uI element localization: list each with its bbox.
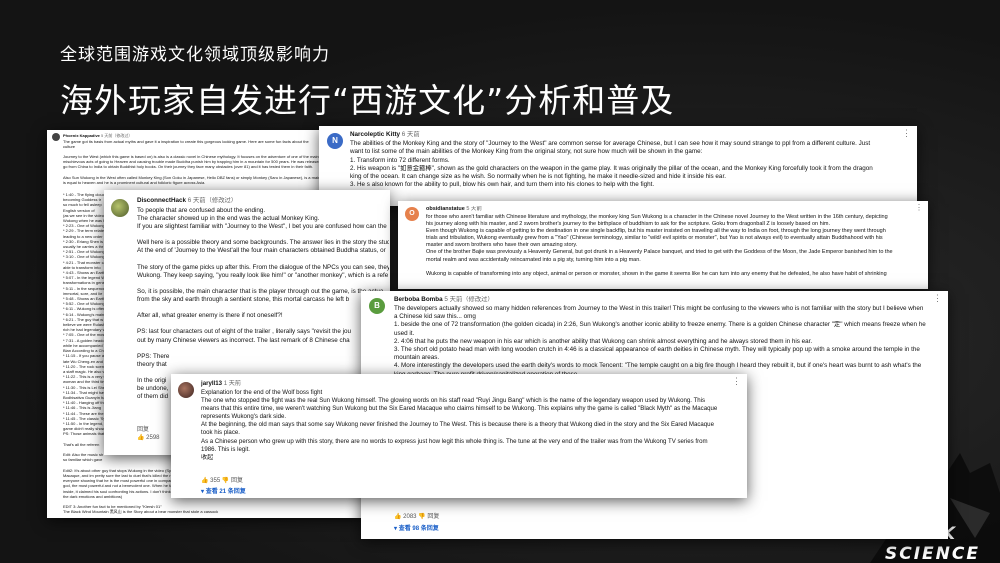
comment-line: 2. 4:06 that he puts the new weapon in h… [394,337,813,345]
comment-time[interactable]: 6 天前 [402,131,420,138]
reply-button[interactable]: 回复 [137,426,149,434]
like-icon[interactable]: 👍 [137,435,144,441]
comment-time[interactable]: 5 天前（修改过） [101,133,132,138]
comment-line: Well here is a possible theory and some … [137,239,389,247]
avatar: N [327,133,343,149]
comment-time[interactable]: 6 天前（修改过） [188,197,237,204]
comment-body: Explanation for the end of the Wolf boss… [201,389,741,462]
comment-actions: 👍 2598 [137,434,160,442]
comment-author[interactable]: Berboba Bomba [394,296,443,303]
comment-time[interactable]: 1 天前 [224,380,241,387]
like-count: 2598 [146,435,160,441]
comment-line: 4. More interestingly the developers use… [394,362,922,370]
comment-line: PS: last four characters out of eight of… [137,328,351,336]
comment-line: theory that [137,360,167,368]
more-options-icon[interactable]: ⋮ [933,293,942,302]
chevron-down-icon: ▾ [201,489,205,495]
avatar: B [369,298,385,314]
comment-line: The Black Wind Mountain 黑风山 is the Story… [63,509,219,515]
comment-line: 3. The short old potato head man with lo… [394,346,920,354]
more-options-icon[interactable]: ⋮ [902,128,911,137]
view-replies-button[interactable]: ▾ 查看 98 条回复 [394,525,439,533]
comment-line: Wukong. They keep saying, "you really lo… [137,271,389,279]
comment-line: from the sky and earth through a sentien… [137,296,350,304]
chevron-down-icon: ▾ [394,526,398,532]
screenshot-jaryll13: jaryll13 1 天前 Explanation for the end of… [171,374,747,498]
screenshot-narcoleptic: N Narcoleptic Kitty 6 天前 The abilities o… [319,126,917,206]
comment-line: a Chinese kid saw this... omg [394,313,476,321]
comment-body: To people that are confused about the en… [137,207,389,401]
comment-line [137,280,389,288]
comment-actions: 👍 355 👎 回复 [201,477,243,485]
reply-button[interactable]: 回复 [427,514,439,520]
comment-author[interactable]: Phoenix Kappadive [63,133,100,138]
collapse-link[interactable]: 收起 [201,454,741,462]
comment-body: Journey to the West (which this game is … [63,154,321,186]
comment-line: At the end of 'Journey to the West'all t… [137,247,386,255]
avatar [111,199,129,217]
comment-author[interactable]: DisconnectHack [137,197,186,204]
comment-line: To people that are confused about the en… [137,207,266,214]
more-options-icon[interactable]: ⋮ [915,203,923,211]
dislike-icon[interactable]: 👎 [222,478,229,484]
reply-button[interactable]: 回复 [231,478,243,484]
view-replies-button[interactable]: ▾ 查看 21 条回复 [201,488,246,496]
comment-actions: 👍 2083 👎 回复 [394,513,439,521]
comment-author[interactable]: jaryll13 [201,380,222,387]
comment-line: The character showed up in the end was t… [137,215,320,223]
screenshot-obsidianstatue: O obsidianstatue 5 天前 for those who aren… [398,201,928,289]
like-icon[interactable]: 👍 [394,514,401,520]
comment-time[interactable]: 5 天前（修改过） [444,296,493,303]
comment-line: mountain areas. [394,354,440,362]
comment-line: 1. beside the one of 72 transformation (… [394,321,926,329]
like-count: 2083 [403,514,417,520]
more-options-icon[interactable]: ⋮ [732,376,741,385]
comment-line: So, it is possible, the main character t… [137,287,384,295]
comment-time[interactable]: 5 天前 [466,206,482,212]
comment-line: If you are slightest familiar with "Jour… [137,223,387,231]
comment-line [137,304,389,312]
avatar [178,382,194,398]
comment-line [137,231,389,239]
like-count: 355 [210,478,221,484]
comment-line: After all, what greater enemy is there i… [137,312,283,320]
comment-author[interactable]: obsidianstatue [426,206,465,212]
comment-line: used it. [394,329,415,337]
comment-intro: The game got its basis from actual myths… [63,139,309,150]
comment-body: The abilities of the Monkey King and the… [350,140,873,189]
comment-line: out by many Chinese viewers as incorrect… [137,336,350,344]
slide-title: 海外玩家自发进行“西游文化”分析和普及 [60,81,675,120]
slide-subtitle: 全球范围游戏文化领域顶级影响力 [60,45,330,65]
comment-body: for those who aren't familiar with Chine… [426,214,893,277]
comment-line: PPS: There [137,352,170,360]
comment-author[interactable]: Narcoleptic Kitty [350,131,400,138]
avatar [52,133,60,141]
comment-line [137,256,389,264]
dislike-icon[interactable]: 👎 [418,514,425,520]
comment-line: The story of the game picks up after thi… [137,263,389,271]
like-icon[interactable]: 👍 [201,478,208,484]
avatar: O [405,207,419,221]
comment-line: The developers actually showed so many h… [394,305,924,312]
slide: 全球范围游戏文化领域顶级影响力 海外玩家自发进行“西游文化”分析和普及 BLAC… [0,0,1000,563]
comment-line [137,345,389,353]
comment-line [137,320,389,328]
